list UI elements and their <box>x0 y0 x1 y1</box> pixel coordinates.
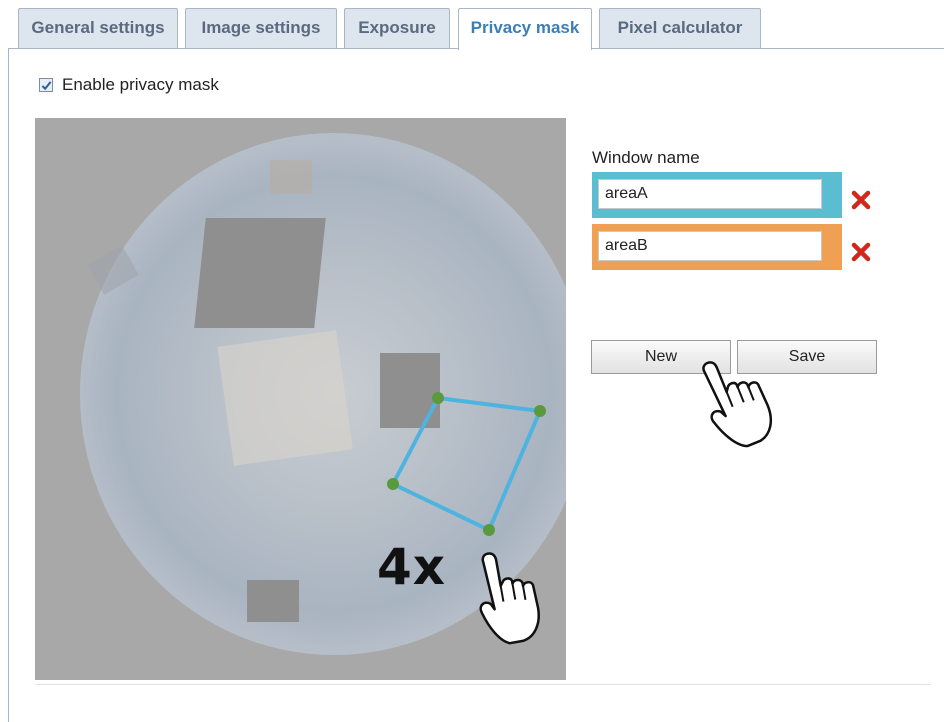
click-count-label: 4x <box>377 538 447 596</box>
annotation-overlay <box>387 361 773 645</box>
polygon-vertex[interactable] <box>483 524 495 536</box>
polygon-vertex[interactable] <box>432 392 444 404</box>
tab-privacy-mask[interactable]: Privacy mask <box>458 8 592 50</box>
panel-bottom-divider <box>35 684 931 685</box>
polygon-vertex[interactable] <box>534 405 546 417</box>
privacy-mask-polygon[interactable] <box>387 392 546 536</box>
polygon-vertex[interactable] <box>387 478 399 490</box>
hand-pointer-icon <box>702 361 773 448</box>
hand-pointer-icon <box>479 552 540 645</box>
